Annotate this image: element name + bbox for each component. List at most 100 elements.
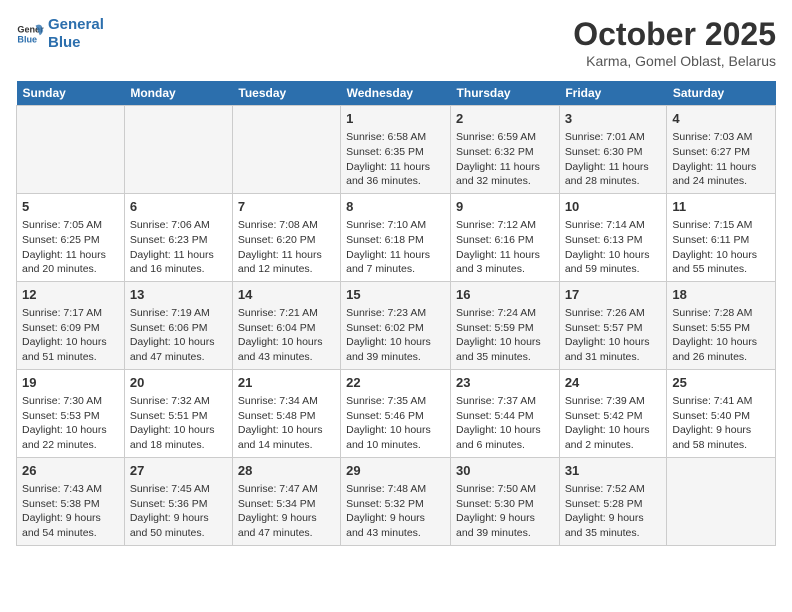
- day-info: Sunrise: 7:03 AM: [672, 130, 770, 145]
- day-info: Sunset: 6:02 PM: [346, 321, 445, 336]
- day-number: 8: [346, 198, 445, 216]
- calendar-week-row: 26Sunrise: 7:43 AMSunset: 5:38 PMDayligh…: [17, 457, 776, 545]
- day-info: Daylight: 9 hours and 39 minutes.: [456, 511, 554, 540]
- day-info: Sunset: 6:13 PM: [565, 233, 662, 248]
- day-number: 23: [456, 374, 554, 392]
- day-info: Sunset: 5:30 PM: [456, 497, 554, 512]
- day-info: Sunset: 6:04 PM: [238, 321, 335, 336]
- day-number: 13: [130, 286, 227, 304]
- day-info: Daylight: 10 hours and 18 minutes.: [130, 423, 227, 452]
- day-number: 7: [238, 198, 335, 216]
- day-info: Sunrise: 7:08 AM: [238, 218, 335, 233]
- day-info: Sunrise: 7:21 AM: [238, 306, 335, 321]
- day-info: Daylight: 9 hours and 35 minutes.: [565, 511, 662, 540]
- calendar-cell: 13Sunrise: 7:19 AMSunset: 6:06 PMDayligh…: [124, 281, 232, 369]
- calendar-cell: 22Sunrise: 7:35 AMSunset: 5:46 PMDayligh…: [341, 369, 451, 457]
- day-number: 3: [565, 110, 662, 128]
- calendar-cell: 26Sunrise: 7:43 AMSunset: 5:38 PMDayligh…: [17, 457, 125, 545]
- calendar-cell: 29Sunrise: 7:48 AMSunset: 5:32 PMDayligh…: [341, 457, 451, 545]
- day-info: Daylight: 11 hours and 3 minutes.: [456, 248, 554, 277]
- day-info: Sunrise: 7:14 AM: [565, 218, 662, 233]
- logo: General Blue General Blue: [16, 16, 104, 52]
- day-number: 6: [130, 198, 227, 216]
- calendar-week-row: 1Sunrise: 6:58 AMSunset: 6:35 PMDaylight…: [17, 106, 776, 194]
- day-info: Daylight: 10 hours and 47 minutes.: [130, 335, 227, 364]
- day-info: Sunset: 6:16 PM: [456, 233, 554, 248]
- day-number: 19: [22, 374, 119, 392]
- calendar-week-row: 12Sunrise: 7:17 AMSunset: 6:09 PMDayligh…: [17, 281, 776, 369]
- day-info: Daylight: 10 hours and 43 minutes.: [238, 335, 335, 364]
- day-number: 2: [456, 110, 554, 128]
- calendar-cell: 24Sunrise: 7:39 AMSunset: 5:42 PMDayligh…: [559, 369, 667, 457]
- calendar-cell: 25Sunrise: 7:41 AMSunset: 5:40 PMDayligh…: [667, 369, 776, 457]
- calendar-cell: 6Sunrise: 7:06 AMSunset: 6:23 PMDaylight…: [124, 193, 232, 281]
- day-info: Sunset: 6:32 PM: [456, 145, 554, 160]
- calendar-cell: 4Sunrise: 7:03 AMSunset: 6:27 PMDaylight…: [667, 106, 776, 194]
- day-number: 22: [346, 374, 445, 392]
- day-info: Daylight: 10 hours and 26 minutes.: [672, 335, 770, 364]
- day-info: Daylight: 9 hours and 54 minutes.: [22, 511, 119, 540]
- day-info: Sunrise: 7:32 AM: [130, 394, 227, 409]
- day-info: Sunrise: 7:10 AM: [346, 218, 445, 233]
- calendar-cell: 5Sunrise: 7:05 AMSunset: 6:25 PMDaylight…: [17, 193, 125, 281]
- day-info: Sunset: 6:35 PM: [346, 145, 445, 160]
- calendar-week-row: 19Sunrise: 7:30 AMSunset: 5:53 PMDayligh…: [17, 369, 776, 457]
- day-number: 28: [238, 462, 335, 480]
- day-info: Sunset: 5:28 PM: [565, 497, 662, 512]
- day-info: Sunrise: 7:01 AM: [565, 130, 662, 145]
- day-info: Sunset: 5:40 PM: [672, 409, 770, 424]
- day-info: Sunrise: 7:37 AM: [456, 394, 554, 409]
- day-number: 18: [672, 286, 770, 304]
- day-info: Daylight: 10 hours and 31 minutes.: [565, 335, 662, 364]
- day-info: Sunrise: 7:05 AM: [22, 218, 119, 233]
- day-info: Daylight: 10 hours and 35 minutes.: [456, 335, 554, 364]
- day-info: Sunset: 5:34 PM: [238, 497, 335, 512]
- header-wednesday: Wednesday: [341, 81, 451, 106]
- header-thursday: Thursday: [451, 81, 560, 106]
- calendar-week-row: 5Sunrise: 7:05 AMSunset: 6:25 PMDaylight…: [17, 193, 776, 281]
- title-area: October 2025 Karma, Gomel Oblast, Belaru…: [573, 16, 776, 69]
- day-info: Sunset: 6:06 PM: [130, 321, 227, 336]
- calendar-cell: [232, 106, 340, 194]
- day-info: Sunrise: 7:06 AM: [130, 218, 227, 233]
- day-info: Sunrise: 7:43 AM: [22, 482, 119, 497]
- day-number: 1: [346, 110, 445, 128]
- day-info: Sunset: 6:09 PM: [22, 321, 119, 336]
- day-info: Daylight: 10 hours and 59 minutes.: [565, 248, 662, 277]
- day-info: Sunset: 5:55 PM: [672, 321, 770, 336]
- day-info: Daylight: 9 hours and 43 minutes.: [346, 511, 445, 540]
- day-number: 5: [22, 198, 119, 216]
- calendar-cell: 28Sunrise: 7:47 AMSunset: 5:34 PMDayligh…: [232, 457, 340, 545]
- day-info: Sunset: 6:18 PM: [346, 233, 445, 248]
- calendar-cell: 27Sunrise: 7:45 AMSunset: 5:36 PMDayligh…: [124, 457, 232, 545]
- day-number: 31: [565, 462, 662, 480]
- day-info: Daylight: 10 hours and 39 minutes.: [346, 335, 445, 364]
- calendar-table: SundayMondayTuesdayWednesdayThursdayFrid…: [16, 81, 776, 546]
- day-info: Daylight: 9 hours and 58 minutes.: [672, 423, 770, 452]
- calendar-cell: 20Sunrise: 7:32 AMSunset: 5:51 PMDayligh…: [124, 369, 232, 457]
- day-info: Sunrise: 7:47 AM: [238, 482, 335, 497]
- day-info: Sunrise: 7:26 AM: [565, 306, 662, 321]
- day-info: Sunrise: 7:48 AM: [346, 482, 445, 497]
- calendar-cell: 31Sunrise: 7:52 AMSunset: 5:28 PMDayligh…: [559, 457, 667, 545]
- day-info: Sunset: 5:36 PM: [130, 497, 227, 512]
- calendar-cell: 15Sunrise: 7:23 AMSunset: 6:02 PMDayligh…: [341, 281, 451, 369]
- day-number: 12: [22, 286, 119, 304]
- day-info: Sunrise: 7:17 AM: [22, 306, 119, 321]
- day-info: Sunrise: 7:12 AM: [456, 218, 554, 233]
- calendar-header-row: SundayMondayTuesdayWednesdayThursdayFrid…: [17, 81, 776, 106]
- header-saturday: Saturday: [667, 81, 776, 106]
- header: General Blue General Blue October 2025 K…: [16, 16, 776, 69]
- calendar-cell: 8Sunrise: 7:10 AMSunset: 6:18 PMDaylight…: [341, 193, 451, 281]
- day-info: Sunrise: 7:24 AM: [456, 306, 554, 321]
- day-info: Sunrise: 7:41 AM: [672, 394, 770, 409]
- day-info: Daylight: 10 hours and 22 minutes.: [22, 423, 119, 452]
- day-number: 17: [565, 286, 662, 304]
- day-info: Daylight: 10 hours and 51 minutes.: [22, 335, 119, 364]
- day-info: Sunset: 5:53 PM: [22, 409, 119, 424]
- day-info: Sunrise: 7:39 AM: [565, 394, 662, 409]
- calendar-cell: 23Sunrise: 7:37 AMSunset: 5:44 PMDayligh…: [451, 369, 560, 457]
- day-info: Sunrise: 7:28 AM: [672, 306, 770, 321]
- day-info: Daylight: 10 hours and 55 minutes.: [672, 248, 770, 277]
- day-info: Daylight: 11 hours and 32 minutes.: [456, 160, 554, 189]
